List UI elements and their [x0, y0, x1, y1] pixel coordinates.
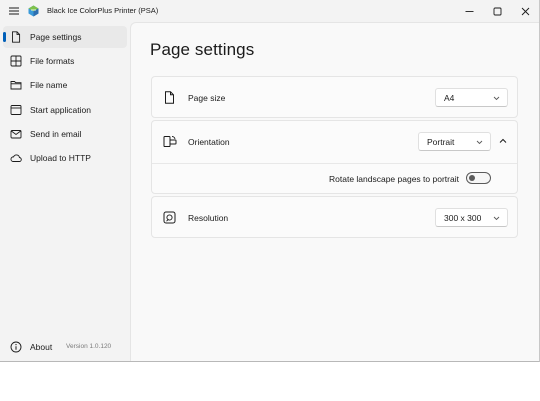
sidebar-item-upload-to-http[interactable]: Upload to HTTP: [3, 147, 127, 169]
chevron-down-icon: [493, 216, 500, 221]
orientation-card: Orientation Portrait Rotate landscape pa…: [151, 120, 518, 194]
close-button[interactable]: [511, 0, 539, 22]
chevron-up-icon: [499, 138, 507, 143]
orientation-label: Orientation: [188, 137, 230, 147]
sidebar-item-start-application[interactable]: Start application: [3, 99, 127, 121]
chevron-down-icon: [476, 140, 483, 145]
window-icon: [10, 105, 22, 115]
page-title: Page settings: [150, 40, 255, 59]
main-content: Page settings Page size A4 Orientation P…: [130, 22, 539, 361]
sidebar-item-label: Page settings: [30, 32, 82, 42]
resolution-dropdown[interactable]: 300 x 300: [435, 208, 508, 227]
sidebar-item-label: Upload to HTTP: [30, 153, 91, 163]
sidebar-item-send-in-email[interactable]: Send in email: [3, 123, 127, 145]
active-indicator: [3, 32, 6, 42]
page-size-dropdown[interactable]: A4: [435, 88, 508, 107]
maximize-icon: [493, 7, 501, 15]
folder-icon: [10, 81, 22, 90]
resolution-icon: [163, 211, 176, 224]
mail-icon: [10, 130, 22, 139]
resolution-card: Resolution 300 x 300: [151, 196, 518, 238]
resolution-value: 300 x 300: [444, 213, 482, 223]
title-bar: Black Ice ColorPlus Printer (PSA): [0, 0, 539, 22]
version-label: Version 1.0.120: [66, 343, 112, 350]
page-size-label: Page size: [188, 93, 226, 103]
page-icon: [165, 91, 174, 104]
minimize-button[interactable]: [455, 0, 483, 22]
sidebar: Page settings File formats File name Sta…: [0, 22, 130, 361]
page-size-card: Page size A4: [151, 76, 518, 118]
window-title: Black Ice ColorPlus Printer (PSA): [47, 6, 159, 15]
orientation-icon: [163, 136, 177, 147]
grid-icon: [10, 55, 22, 67]
close-icon: [521, 7, 529, 15]
maximize-button[interactable]: [483, 0, 511, 22]
page-icon: [12, 31, 21, 43]
sidebar-item-file-formats[interactable]: File formats: [3, 50, 127, 72]
app-logo-icon: [28, 5, 39, 17]
chevron-down-icon: [493, 96, 500, 101]
sidebar-item-label: File formats: [30, 56, 75, 66]
about-label: About: [30, 342, 53, 352]
sidebar-item-page-settings[interactable]: Page settings: [3, 26, 127, 48]
hamburger-menu-icon[interactable]: [8, 5, 20, 17]
sidebar-item-label: File name: [30, 80, 68, 90]
collapse-orientation-button[interactable]: [492, 131, 514, 151]
orientation-value: Portrait: [427, 137, 455, 147]
sidebar-item-file-name[interactable]: File name: [3, 74, 127, 96]
cloud-icon: [10, 154, 22, 162]
rotate-landscape-toggle[interactable]: [466, 172, 491, 184]
orientation-dropdown[interactable]: Portrait: [418, 132, 491, 151]
toggle-knob: [469, 175, 475, 181]
rotate-landscape-label: Rotate landscape pages to portrait: [329, 174, 459, 184]
page-size-value: A4: [444, 93, 455, 103]
divider: [152, 163, 517, 164]
sidebar-item-label: Send in email: [30, 129, 82, 139]
resolution-label: Resolution: [188, 213, 229, 223]
minimize-icon: [465, 10, 473, 12]
info-icon: [10, 341, 22, 353]
app-window: Black Ice ColorPlus Printer (PSA) Page s…: [0, 0, 540, 362]
sidebar-item-about[interactable]: About Version 1.0.120: [3, 338, 127, 356]
sidebar-item-label: Start application: [30, 105, 91, 115]
